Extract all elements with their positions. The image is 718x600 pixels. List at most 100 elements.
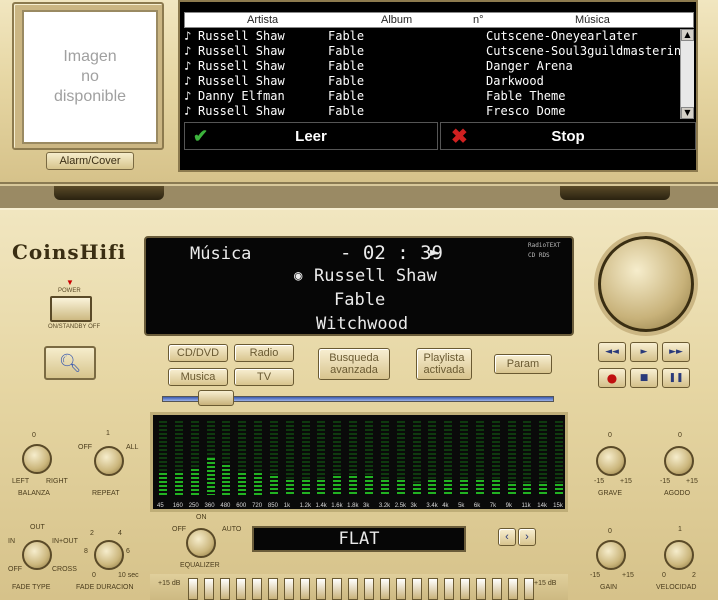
playlist-scrollbar[interactable]: ▲ ▼ xyxy=(680,29,694,119)
eq-fader[interactable] xyxy=(412,578,422,600)
eq-band-label: 7k xyxy=(489,503,497,509)
equalizer-knob[interactable] xyxy=(186,528,216,558)
scroll-up-icon[interactable]: ▲ xyxy=(681,29,694,41)
row-artist: Danny Elfman xyxy=(198,89,285,103)
gain-max-label: +15 xyxy=(622,572,634,579)
preset-next-icon[interactable]: › xyxy=(518,528,536,546)
volume-knob[interactable] xyxy=(598,236,694,332)
playlist-row[interactable]: ♪ Russell Shaw Fable Fresco Dome xyxy=(184,104,680,119)
bass-knob[interactable] xyxy=(596,446,626,476)
rewind-icon[interactable]: ◄◄ xyxy=(598,342,626,362)
speed-knob[interactable] xyxy=(664,540,694,570)
preset-prev-icon[interactable]: ‹ xyxy=(498,528,516,546)
row-artist: Russell Shaw xyxy=(198,74,285,88)
eq-fader[interactable] xyxy=(476,578,486,600)
alarm-cover-button[interactable]: Alarm/Cover xyxy=(46,152,134,170)
fade-out-label: OUT xyxy=(30,524,45,531)
read-button[interactable]: ✔ Leer xyxy=(184,122,438,150)
eq-fader[interactable] xyxy=(508,578,518,600)
advanced-search-button[interactable]: Busqueda avanzada xyxy=(318,348,390,380)
eq-fader[interactable] xyxy=(220,578,230,600)
display-artist: Russell Shaw xyxy=(314,266,437,286)
eq-fader[interactable] xyxy=(268,578,278,600)
eq-on-label: ON xyxy=(196,514,207,521)
eq-fader[interactable] xyxy=(252,578,262,600)
eq-bar xyxy=(317,480,326,495)
eq-fader[interactable] xyxy=(300,578,310,600)
play-icon[interactable]: ► xyxy=(630,342,658,362)
gain-knob[interactable] xyxy=(596,540,626,570)
fade-type-knob[interactable] xyxy=(22,540,52,570)
fade-inout-label: IN+OUT xyxy=(52,538,78,545)
eq-band-label: 1.8k xyxy=(347,503,359,509)
read-label: Leer xyxy=(295,127,327,145)
eq-fader[interactable] xyxy=(188,578,198,600)
eq-bar xyxy=(333,476,342,495)
grave-top-label: 0 xyxy=(608,432,612,439)
balance-top-label: 0 xyxy=(32,432,36,439)
playlist-row[interactable]: ♪ Russell Shaw Fable Cutscene-Oneyearlater xyxy=(184,29,680,44)
eq-fader[interactable] xyxy=(316,578,326,600)
row-track: Danger Arena xyxy=(486,59,573,73)
equalizer-display: 45 160 250 360 480 600 720 850 1k 1.2k 1.4k 1.6k 1.8… xyxy=(150,412,568,512)
param-button[interactable]: Param xyxy=(494,354,552,374)
pause-icon[interactable]: ❚❚ xyxy=(662,368,690,388)
playlist-row[interactable]: ♪ Russell Shaw Fable Danger Arena xyxy=(184,59,680,74)
eq-fader[interactable] xyxy=(332,578,342,600)
scroll-down-icon[interactable]: ▼ xyxy=(681,107,694,119)
eq-bar xyxy=(174,473,183,495)
column-album[interactable]: Album xyxy=(381,14,412,26)
grave-min-label: -15 xyxy=(594,478,605,485)
cabinet-foot-right xyxy=(560,186,670,200)
power-label: POWER xyxy=(58,288,81,294)
eq-fader[interactable] xyxy=(428,578,438,600)
radio-button[interactable]: Radio xyxy=(234,344,294,362)
music-button[interactable]: Musica xyxy=(168,368,228,386)
cabinet-foot-left xyxy=(54,186,164,200)
eq-fader[interactable] xyxy=(492,578,502,600)
column-track[interactable]: Música xyxy=(575,14,610,26)
eq-band-label: 11k xyxy=(521,503,531,509)
playlist-row[interactable]: ♪ Danny Elfman Fable Fable Theme xyxy=(184,89,680,104)
record-icon[interactable]: ● xyxy=(598,368,626,388)
eq-fader[interactable] xyxy=(380,578,390,600)
playlist-active-button[interactable]: Playlista activada xyxy=(416,348,472,380)
magnifier-icon: 🔍︎ xyxy=(58,352,82,374)
eq-fader[interactable] xyxy=(396,578,406,600)
power-button[interactable] xyxy=(50,296,92,322)
tv-button[interactable]: TV xyxy=(234,368,294,386)
balance-knob[interactable] xyxy=(22,444,52,474)
repeat-knob[interactable] xyxy=(94,446,124,476)
search-shortcut-button[interactable]: 🔍︎ xyxy=(44,346,96,380)
playlist-row[interactable]: ♪ Russell Shaw Fable Cutscene-Soul3guildmas… xyxy=(184,44,680,59)
eq-fader[interactable] xyxy=(524,578,534,600)
eq-band-label: 160 xyxy=(172,503,183,509)
fade-dur-min-label: 0 xyxy=(92,572,96,579)
eq-fader[interactable] xyxy=(284,578,294,600)
fade-duration-knob[interactable] xyxy=(94,540,124,570)
eq-fader[interactable] xyxy=(236,578,246,600)
cover-placeholder-line3: disponible xyxy=(53,88,127,105)
stop-button[interactable]: ✖ Stop xyxy=(440,122,696,150)
column-artist[interactable]: Artista xyxy=(247,14,278,26)
eq-fader[interactable] xyxy=(444,578,454,600)
cd-dvd-button[interactable]: CD/DVD xyxy=(168,344,228,362)
position-slider-thumb[interactable] xyxy=(198,390,234,406)
repeat-label: REPEAT xyxy=(92,490,120,497)
eq-band-label: 480 xyxy=(220,503,231,509)
eq-fader[interactable] xyxy=(348,578,358,600)
fast-forward-icon[interactable]: ►► xyxy=(662,342,690,362)
fade-dur-max-label: 10 sec xyxy=(118,572,139,579)
treble-knob[interactable] xyxy=(664,446,694,476)
eq-fader[interactable] xyxy=(364,578,374,600)
column-number[interactable]: n° xyxy=(473,14,484,26)
eq-fader[interactable] xyxy=(460,578,470,600)
stop-icon[interactable]: ■ xyxy=(630,368,658,388)
music-note-icon: ♪ xyxy=(184,59,192,73)
play-indicator-icon: ► xyxy=(430,242,440,261)
eq-band-label: 3k xyxy=(410,503,417,509)
eq-bar xyxy=(444,480,453,495)
playlist-row[interactable]: ♪ Russell Shaw Fable Darkwood xyxy=(184,74,680,89)
music-note-icon: ♪ xyxy=(184,44,192,58)
eq-fader[interactable] xyxy=(204,578,214,600)
